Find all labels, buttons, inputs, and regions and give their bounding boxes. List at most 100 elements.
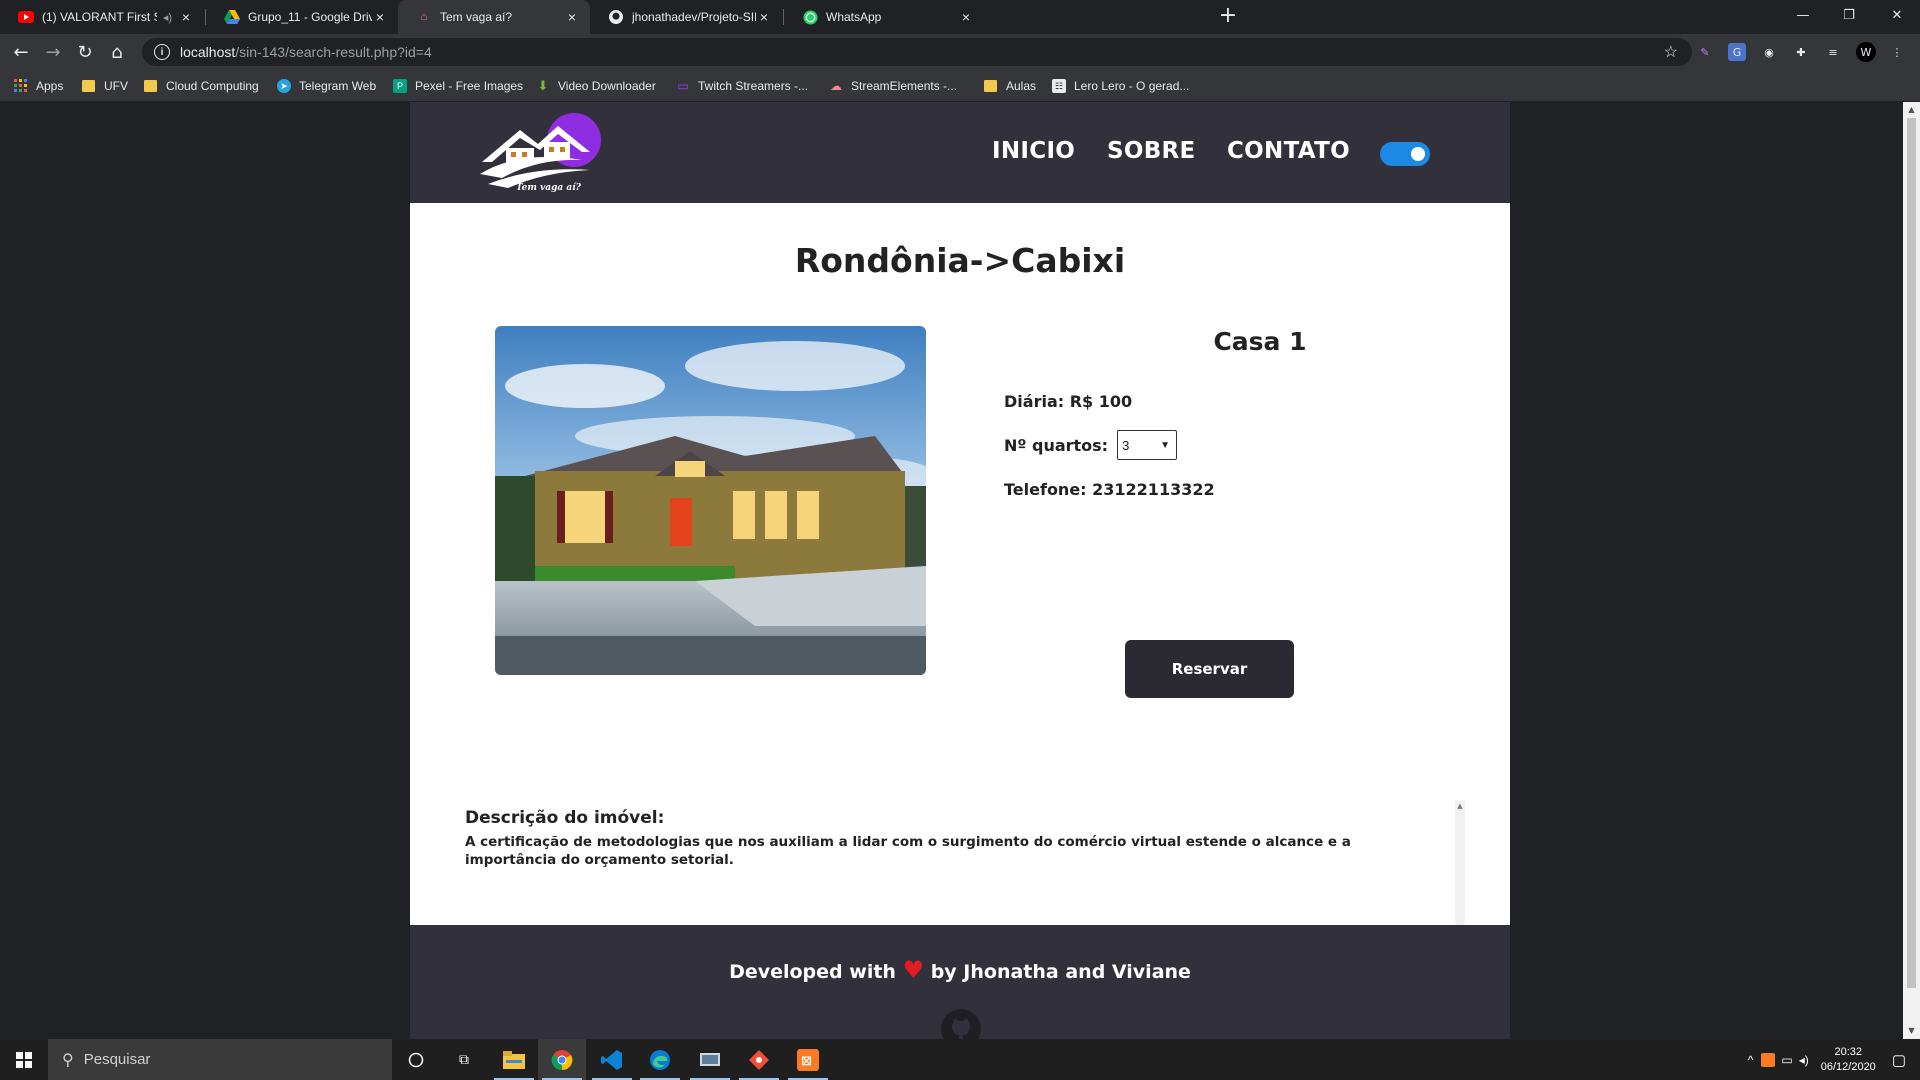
phone-text: Telefone: 23122113322: [1004, 480, 1215, 499]
speaker-icon[interactable]: ◂): [163, 11, 172, 24]
address-bar[interactable]: i localhost/sin-143/search-result.php?id…: [142, 38, 1692, 66]
camera-extension-icon[interactable]: ◉: [1760, 43, 1778, 61]
bookmark-telegram[interactable]: ➤ Telegram Web: [277, 77, 376, 95]
nav-contato[interactable]: CONTATO: [1227, 138, 1350, 164]
reload-button[interactable]: ↻: [72, 39, 98, 65]
nav-inicio[interactable]: INICIO: [992, 138, 1075, 164]
home-button[interactable]: ⌂: [104, 39, 130, 65]
bookmark-label: Telegram Web: [299, 79, 377, 93]
whatsapp-icon: [802, 9, 818, 25]
daily-price-text: Diária: R$ 100: [1004, 392, 1133, 411]
chrome-icon[interactable]: [538, 1039, 586, 1080]
profile-avatar[interactable]: W: [1856, 42, 1876, 62]
notifications-icon[interactable]: ▢: [1892, 1051, 1906, 1069]
search-placeholder: Pesquisar: [83, 1051, 151, 1068]
volume-icon[interactable]: ◂): [1799, 1053, 1809, 1067]
file-explorer-icon[interactable]: [490, 1039, 538, 1080]
lerolero-icon: ☷: [1052, 79, 1066, 93]
scroll-down-arrow-icon[interactable]: ▼: [1903, 1023, 1920, 1039]
url-host: localhost: [180, 44, 236, 60]
back-button[interactable]: ←: [8, 39, 34, 65]
scroll-up-arrow-icon[interactable]: ▲: [1455, 802, 1465, 810]
network-icon[interactable]: ▭: [1781, 1053, 1792, 1067]
bookmark-pexel[interactable]: P Pexel - Free Images: [393, 77, 523, 95]
tab-whatsapp[interactable]: WhatsApp ×: [784, 0, 984, 34]
bookmark-label: UFV: [104, 79, 128, 93]
bookmark-twitch[interactable]: ▭ Twitch Streamers -...: [676, 77, 808, 95]
puzzle-extensions-icon[interactable]: ✚: [1792, 43, 1810, 61]
page-viewport: Tem vaga aí? INICIO SOBRE CONTATO Rondôn…: [0, 102, 1920, 1039]
github-icon[interactable]: [940, 1008, 982, 1039]
browser-tab-bar: (1) VALORANT First Strike Br ◂) × Grupo_…: [0, 0, 1920, 34]
cortana-icon[interactable]: [392, 1039, 440, 1080]
theme-toggle[interactable]: [1380, 142, 1430, 166]
clock[interactable]: 20:32 06/12/2020: [1821, 1045, 1876, 1075]
close-window-button[interactable]: ✕: [1874, 0, 1920, 30]
bookmark-video-downloader[interactable]: ⬇ Video Downloader: [536, 77, 656, 95]
folder-icon: [984, 80, 997, 92]
page-title: Rondônia->Cabixi: [794, 241, 1126, 280]
bookmark-cloud-computing[interactable]: Cloud Computing: [144, 77, 259, 95]
bookmark-aulas[interactable]: Aulas: [984, 77, 1036, 95]
clock-time: 20:32: [1834, 1045, 1863, 1058]
folder-icon: [82, 80, 95, 92]
windows-start-button[interactable]: [0, 1039, 48, 1080]
xampp-icon[interactable]: ⊠: [784, 1039, 832, 1080]
taskbar-search[interactable]: ⚲ Pesquisar: [48, 1039, 392, 1080]
git-kraken-icon[interactable]: [735, 1039, 783, 1080]
footer-prefix: Developed with: [729, 961, 896, 983]
system-tray: ^ ▭ ◂) 20:32 06/12/2020 ▢: [1748, 1039, 1920, 1080]
bookmark-apps[interactable]: Apps: [14, 77, 63, 95]
edge-icon[interactable]: [636, 1039, 684, 1080]
menu-kebab-icon[interactable]: ⋮: [1888, 43, 1906, 61]
tab-title: (1) VALORANT First Strike Br: [42, 10, 157, 24]
bookmark-lero-lero[interactable]: ☷ Lero Lero - O gerad...: [1052, 77, 1189, 95]
bookmark-star-icon[interactable]: ☆: [1664, 42, 1678, 62]
url-path: /sin-143/search-result.php?id=4: [235, 44, 432, 60]
footer-suffix: by Jhonatha and Viviane: [930, 961, 1191, 983]
xampp-tray-icon[interactable]: [1761, 1052, 1776, 1067]
site-info-icon[interactable]: i: [154, 44, 170, 60]
close-tab-icon[interactable]: ×: [756, 9, 772, 25]
site-logo[interactable]: Tem vaga aí?: [478, 108, 608, 193]
media-queue-icon[interactable]: ≡: [1824, 43, 1842, 61]
restore-button[interactable]: ❐: [1826, 0, 1872, 30]
site-footer: Developed with ♥ by Jhonatha and Viviane: [410, 925, 1510, 1039]
forward-button[interactable]: →: [40, 39, 66, 65]
rooms-label: Nº quartos:: [1004, 435, 1109, 455]
bookmark-ufv[interactable]: UFV: [82, 77, 128, 95]
tab-valorant[interactable]: (1) VALORANT First Strike Br ◂) ×: [0, 0, 204, 34]
translate-extension-icon[interactable]: G: [1728, 43, 1746, 61]
close-tab-icon[interactable]: ×: [564, 9, 580, 25]
tab-title: WhatsApp: [826, 10, 882, 24]
bookmark-streamelements[interactable]: ☁ StreamElements -...: [829, 77, 957, 95]
tab-github[interactable]: jhonathadev/Projeto-SIN-143: Pr ×: [590, 0, 782, 34]
tab-tem-vaga-ai[interactable]: ⌂ Tem vaga aí? ×: [398, 0, 590, 34]
page-scrollbar[interactable]: ▲ ▼: [1903, 102, 1920, 1039]
description-text: A certificação de metodologias que nos a…: [465, 834, 1351, 868]
new-tab-button[interactable]: +: [1216, 5, 1240, 29]
close-tab-icon[interactable]: ×: [958, 9, 974, 25]
minimize-button[interactable]: —: [1780, 0, 1826, 30]
vscode-icon[interactable]: [588, 1039, 636, 1080]
streamelements-icon: ☁: [830, 79, 842, 93]
chevron-down-icon: ▼: [1160, 439, 1171, 451]
bookmark-label: Pexel - Free Images: [415, 79, 524, 93]
windows-taskbar: ⚲ Pesquisar ⧉ ⊠ ^ ▭ ◂) 20:32 06/12/2020 …: [0, 1039, 1920, 1080]
phone-row: Telefone: 23122113322: [1004, 480, 1215, 499]
scroll-up-arrow-icon[interactable]: ▲: [1903, 102, 1920, 118]
pexels-icon: P: [393, 79, 407, 93]
nav-sobre[interactable]: SOBRE: [1107, 138, 1196, 164]
telegram-icon: ➤: [277, 79, 291, 93]
system-app-icon[interactable]: [686, 1039, 734, 1080]
close-tab-icon[interactable]: ×: [178, 9, 194, 25]
tray-chevron-up-icon[interactable]: ^: [1748, 1053, 1754, 1067]
scrollbar-thumb[interactable]: [1907, 118, 1916, 988]
tab-google-drive[interactable]: Grupo_11 - Google Drive ×: [206, 0, 398, 34]
site-house-icon: ⌂: [420, 11, 428, 23]
rooms-select[interactable]: 3 ▼: [1117, 430, 1178, 460]
close-tab-icon[interactable]: ×: [372, 9, 388, 25]
task-view-icon[interactable]: ⧉: [440, 1039, 488, 1080]
pen-extension-icon[interactable]: ✎: [1696, 43, 1714, 61]
reserve-button[interactable]: Reservar: [1125, 640, 1294, 698]
